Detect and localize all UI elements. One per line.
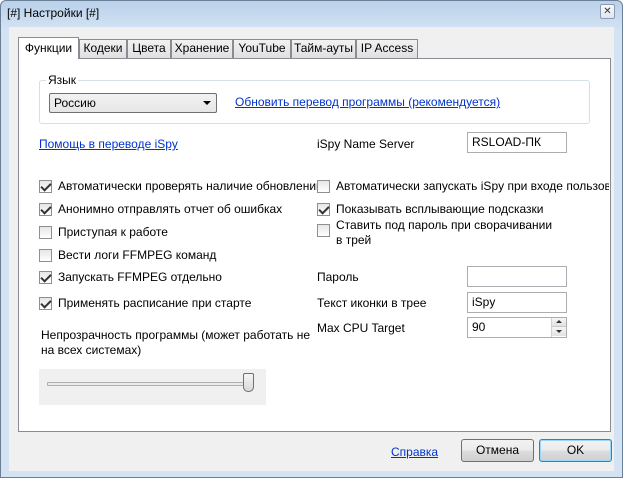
spin-up-icon[interactable]: [552, 318, 566, 327]
checkbox-show-tooltips[interactable]: [317, 203, 330, 216]
tab-youtube[interactable]: YouTube: [233, 39, 291, 58]
check-show-tooltips-label: Показывать всплывающие подсказки: [336, 202, 544, 216]
update-translation-link[interactable]: Обновить перевод программы (рекомендуетс…: [235, 95, 500, 109]
checkbox-password-minimize[interactable]: [317, 224, 330, 237]
check-ffmpeg-separate-label: Запускать FFMPEG отдельно: [58, 270, 222, 284]
name-server-value: RSLOAD-ПК: [472, 135, 541, 149]
checkbox-autostart-login[interactable]: [317, 180, 330, 193]
check-anonymous-errors[interactable]: Анонимно отправлять отчет об ошибках: [39, 202, 282, 217]
tab-colors[interactable]: Цвета: [127, 39, 171, 58]
window-title: [#] Настройки [#]: [7, 6, 100, 20]
checkbox-anonymous-errors[interactable]: [39, 203, 52, 216]
name-server-field[interactable]: RSLOAD-ПК: [467, 132, 567, 153]
close-icon: ✕: [603, 6, 612, 17]
checkbox-getting-started[interactable]: [39, 226, 52, 239]
opacity-label: Непрозрачность программы (может работать…: [41, 328, 311, 357]
language-select-value: Россию: [54, 96, 96, 110]
tab-page-functions: Язык Россию Обновить перевод программы (…: [18, 58, 611, 432]
max-cpu-value: 90: [472, 320, 486, 334]
check-ffmpeg-separate[interactable]: Запускать FFMPEG отдельно: [39, 270, 222, 285]
ok-button[interactable]: OK: [539, 439, 612, 462]
opacity-slider-track: [47, 382, 253, 386]
opacity-slider-thumb[interactable]: [243, 373, 254, 392]
language-select[interactable]: Россию: [49, 93, 217, 113]
close-button[interactable]: ✕: [600, 4, 615, 19]
dialog-client-area: Функции Кодеки Цвета Хранение YouTube Та…: [9, 27, 614, 471]
checkbox-auto-updates[interactable]: [39, 180, 52, 193]
language-group-label: Язык: [46, 73, 79, 87]
checkbox-ffmpeg-logs[interactable]: [39, 249, 52, 262]
max-cpu-stepper-buttons: [551, 318, 566, 337]
tray-icon-text-value: iSpy: [472, 295, 496, 309]
check-schedule-startup[interactable]: Применять расписание при старте: [39, 296, 251, 311]
check-show-tooltips[interactable]: Показывать всплывающие подсказки: [317, 202, 544, 217]
max-cpu-label: Max CPU Target: [317, 321, 405, 335]
tray-icon-text-field[interactable]: iSpy: [467, 292, 567, 313]
check-password-minimize-label: Ставить под пароль при сворачивании в тр…: [336, 218, 553, 247]
tray-icon-text-label: Текст иконки в трее: [317, 296, 427, 310]
help-link[interactable]: Справка: [391, 445, 438, 459]
check-password-minimize[interactable]: Ставить под пароль при сворачивании в тр…: [317, 218, 557, 248]
check-ffmpeg-logs[interactable]: Вести логи FFMPEG команд: [39, 248, 216, 263]
checkbox-ffmpeg-separate[interactable]: [39, 271, 52, 284]
tab-ip-access[interactable]: IP Access: [356, 39, 418, 58]
password-label: Пароль: [317, 270, 359, 284]
check-autostart-login-label: Автоматически запускать iSpy при входе п…: [336, 179, 609, 193]
spin-down-icon[interactable]: [552, 327, 566, 336]
tab-codecs[interactable]: Кодеки: [79, 39, 127, 58]
title-bar[interactable]: [#] Настройки [#] ✕: [1, 1, 622, 25]
max-cpu-stepper[interactable]: 90: [467, 317, 567, 338]
check-ffmpeg-logs-label: Вести логи FFMPEG команд: [58, 248, 217, 262]
tab-timeouts[interactable]: Тайм-ауты: [291, 39, 356, 58]
check-anonymous-errors-label: Анонимно отправлять отчет об ошибках: [58, 202, 283, 216]
check-auto-updates-label: Автоматически проверять наличие обновлен…: [58, 179, 323, 193]
tab-storage[interactable]: Хранение: [171, 39, 233, 58]
check-auto-updates[interactable]: Автоматически проверять наличие обновлен…: [39, 179, 323, 194]
check-getting-started[interactable]: Приступая к работе: [39, 225, 168, 240]
check-schedule-startup-label: Применять расписание при старте: [58, 296, 252, 310]
help-translate-link[interactable]: Помощь в переводе iSpy: [39, 137, 178, 151]
password-field[interactable]: [467, 266, 567, 287]
name-server-label: iSpy Name Server: [317, 137, 415, 151]
check-autostart-login[interactable]: Автоматически запускать iSpy при входе п…: [317, 179, 609, 194]
settings-window: [#] Настройки [#] ✕ Функции Кодеки Цвета…: [0, 0, 623, 478]
chevron-down-icon: [203, 101, 211, 105]
opacity-slider[interactable]: [39, 369, 266, 405]
cancel-button[interactable]: Отмена: [461, 439, 534, 462]
checkbox-schedule-startup[interactable]: [39, 297, 52, 310]
check-getting-started-label: Приступая к работе: [58, 225, 168, 239]
tab-functions[interactable]: Функции: [18, 37, 79, 59]
